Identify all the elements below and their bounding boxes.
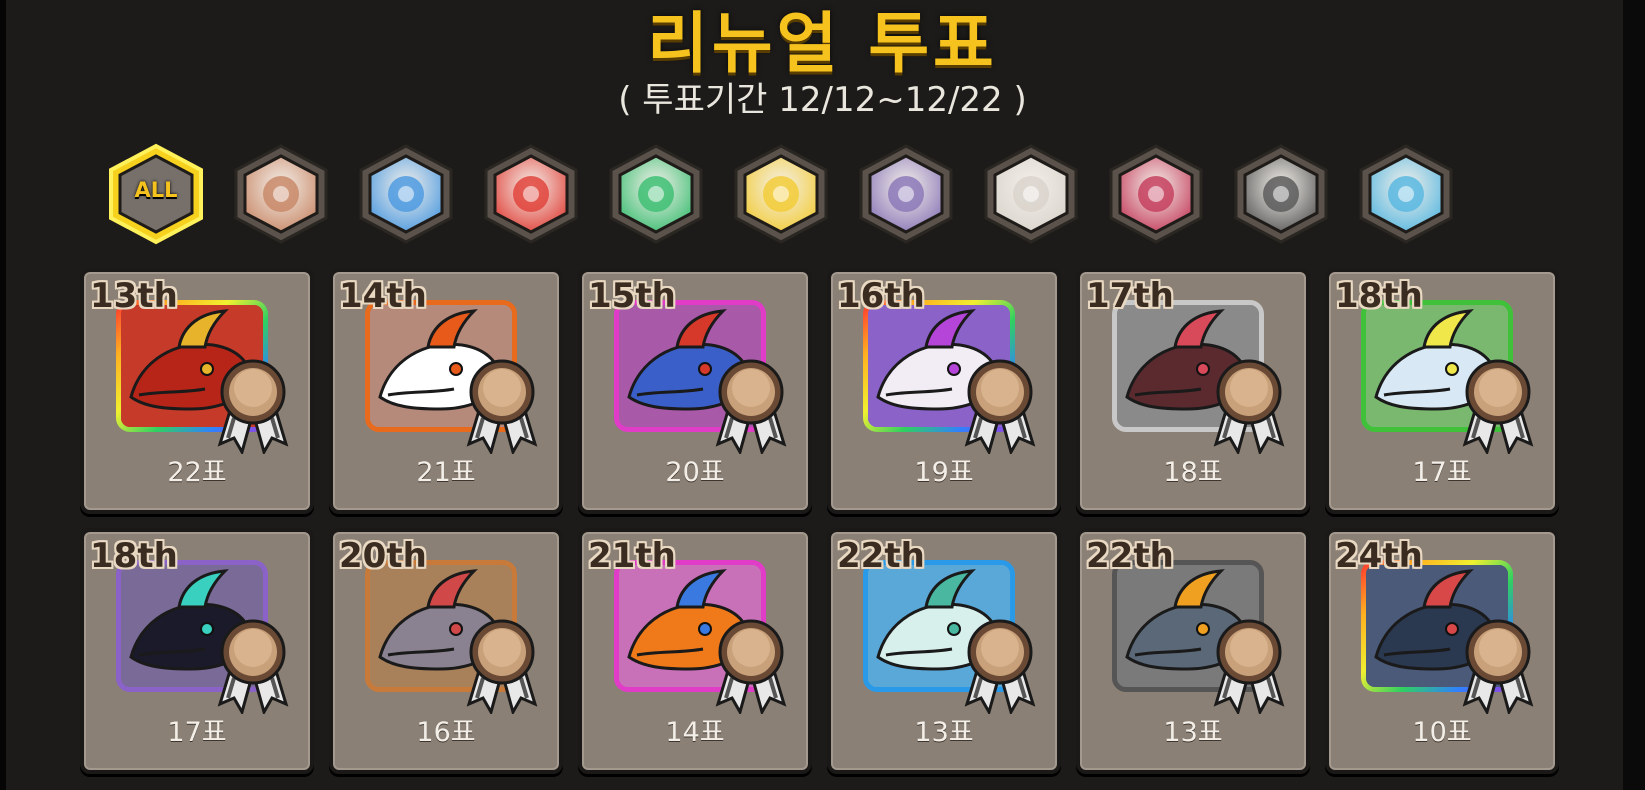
candidate-card[interactable]: 14th 21표 — [329, 268, 563, 514]
candidate-card[interactable]: 22th 13표 — [1076, 528, 1310, 774]
holy-element-icon — [984, 144, 1078, 244]
fire-element-icon — [484, 144, 578, 244]
filter-all[interactable]: ALL — [103, 142, 209, 246]
rank-label: 14th — [339, 276, 427, 316]
dark-element-icon — [859, 144, 953, 244]
filter-rainbow[interactable] — [1353, 142, 1459, 246]
filter-holy[interactable] — [978, 142, 1084, 246]
water-element-icon — [359, 144, 453, 244]
vote-count: 20표 — [665, 457, 725, 488]
candidate-card[interactable]: 24th 10표 — [1325, 528, 1559, 774]
candidate-card[interactable]: 18th 17표 — [1325, 268, 1559, 514]
candidate-card[interactable]: 21th 14표 — [578, 528, 812, 774]
vote-count: 21표 — [416, 457, 476, 488]
vote-count: 10표 — [1412, 717, 1472, 748]
bronze-medal-icon — [1462, 619, 1534, 714]
wind-element-icon — [609, 144, 703, 244]
vote-count: 19표 — [914, 457, 974, 488]
vote-count: 17표 — [1412, 457, 1472, 488]
rank-label: 22th — [1086, 536, 1174, 576]
filter-shadow[interactable] — [1228, 142, 1334, 246]
vote-count: 18표 — [1163, 457, 1223, 488]
rank-label: 17th — [1086, 276, 1174, 316]
bronze-medal-icon — [466, 359, 538, 454]
filter-dark[interactable] — [853, 142, 959, 246]
rank-label: 24th — [1335, 536, 1423, 576]
bronze-medal-icon — [217, 619, 289, 714]
bronze-medal-icon — [715, 359, 787, 454]
rank-label: 18th — [1335, 276, 1423, 316]
bronze-medal-icon — [1213, 359, 1285, 454]
bronze-medal-icon — [964, 619, 1036, 714]
vote-page: 리뉴얼 투표 ( 투표기간 12/12~12/22 ) ALL 13th 22표 1… — [0, 0, 1645, 790]
candidate-card[interactable]: 20th 16표 — [329, 528, 563, 774]
bronze-medal-icon — [217, 359, 289, 454]
candidate-card[interactable]: 15th 20표 — [578, 268, 812, 514]
rainbow-element-icon — [1359, 144, 1453, 244]
candidate-card[interactable]: 18th 17표 — [80, 528, 314, 774]
bronze-medal-icon — [1213, 619, 1285, 714]
rank-label: 22th — [837, 536, 925, 576]
candidate-card[interactable]: 17th 18표 — [1076, 268, 1310, 514]
vote-count: 22표 — [167, 457, 227, 488]
rank-label: 21th — [588, 536, 676, 576]
filter-earth[interactable] — [228, 142, 334, 246]
bronze-medal-icon — [715, 619, 787, 714]
filter-label: ALL — [134, 178, 178, 202]
element-filter-bar: ALL — [0, 142, 1645, 252]
rank-label: 15th — [588, 276, 676, 316]
vote-count: 13표 — [914, 717, 974, 748]
filter-chaos[interactable] — [1103, 142, 1209, 246]
vote-count: 17표 — [167, 717, 227, 748]
rank-label: 18th — [90, 536, 178, 576]
candidate-card[interactable]: 16th 19표 — [827, 268, 1061, 514]
bronze-medal-icon — [1462, 359, 1534, 454]
bronze-medal-icon — [964, 359, 1036, 454]
filter-water[interactable] — [353, 142, 459, 246]
candidate-card[interactable]: 22th 13표 — [827, 528, 1061, 774]
light-element-icon — [734, 144, 828, 244]
vote-count: 16표 — [416, 717, 476, 748]
rank-label: 16th — [837, 276, 925, 316]
vote-count: 14표 — [665, 717, 725, 748]
filter-light[interactable] — [728, 142, 834, 246]
filter-fire[interactable] — [478, 142, 584, 246]
earth-element-icon — [234, 144, 328, 244]
bronze-medal-icon — [466, 619, 538, 714]
shadow-element-icon — [1234, 144, 1328, 244]
rank-label: 13th — [90, 276, 178, 316]
vote-count: 13표 — [1163, 717, 1223, 748]
candidate-card[interactable]: 13th 22표 — [80, 268, 314, 514]
vote-period: ( 투표기간 12/12~12/22 ) — [618, 80, 1027, 120]
rank-label: 20th — [339, 536, 427, 576]
chaos-element-icon — [1109, 144, 1203, 244]
filter-wind[interactable] — [603, 142, 709, 246]
